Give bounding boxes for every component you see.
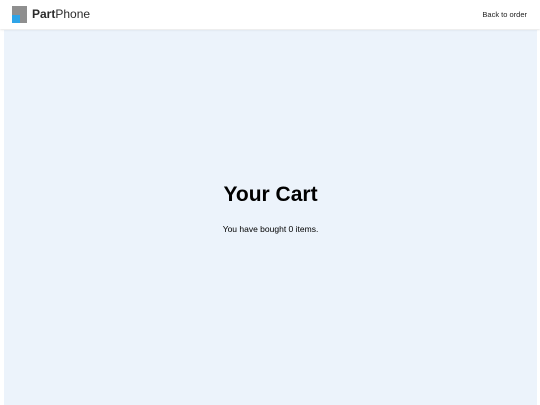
brand-name: PartPhone [32,6,90,23]
cart-item-count-text: You have bought 0 items. [222,224,319,234]
cart-content: Your Cart You have bought 0 items. [4,30,537,405]
logo-front-square [12,15,20,23]
page-title: Your Cart [223,183,318,206]
back-to-order-link[interactable]: Back to order [482,9,527,20]
top-nav-bar: PartPhone Back to order [0,0,540,29]
brand-name-regular: Phone [55,7,91,21]
brand-logo-link[interactable]: PartPhone [12,6,90,23]
partphone-logo-icon [12,6,27,23]
brand-name-strong: Part [32,7,56,21]
